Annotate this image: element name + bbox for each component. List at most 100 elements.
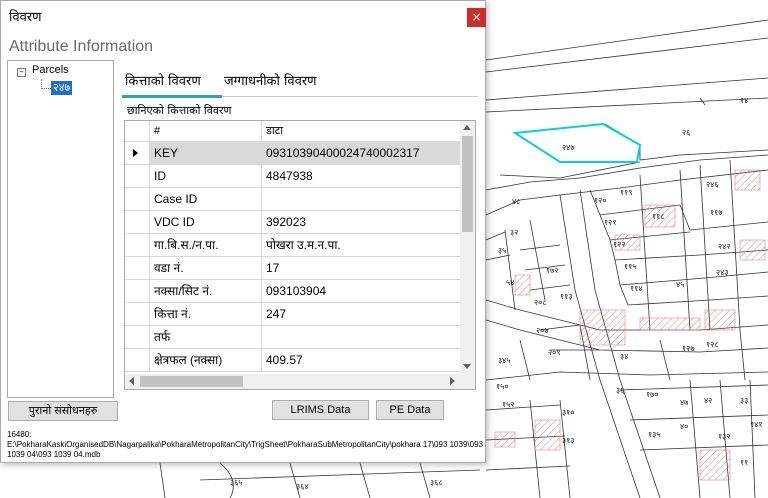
- field-name-cell[interactable]: KEY: [150, 142, 262, 164]
- table-row[interactable]: गा.बि.स./न.पा. पोखरा उ.म.न.पा.: [125, 234, 460, 257]
- map-label: ३६४: [296, 482, 309, 491]
- field-name-cell[interactable]: Case ID: [150, 188, 262, 210]
- map-label: १७०: [646, 390, 659, 399]
- table-row[interactable]: ID 4847938: [125, 165, 460, 188]
- map-label: ३६: [616, 386, 625, 395]
- field-name-cell[interactable]: नक्सा/सिट नं.: [150, 280, 262, 302]
- map-label: १३५: [648, 430, 661, 439]
- map-label: ११: [740, 458, 749, 467]
- map-label: २०८: [534, 298, 547, 307]
- row-header-cell[interactable]: [125, 211, 150, 233]
- table-row[interactable]: कित्ता नं. 247: [125, 303, 460, 326]
- scroll-down-icon[interactable]: [463, 364, 471, 369]
- tab-parcel-details[interactable]: कित्ताको विवरण: [125, 71, 201, 89]
- field-value-cell[interactable]: 392023: [262, 211, 460, 233]
- tab-divider: [222, 96, 478, 97]
- map-label: ४७: [680, 398, 689, 407]
- parcel-tree: – Parcels २४७: [7, 60, 114, 398]
- map-label: ११४: [630, 284, 643, 293]
- map-label: २४२: [718, 242, 731, 251]
- map-label: १४: [740, 96, 749, 105]
- map-label: ३४: [620, 352, 629, 361]
- map-label: ३६८: [430, 478, 443, 487]
- row-header-cell[interactable]: [125, 142, 150, 164]
- map-label: ३१०: [562, 408, 575, 417]
- table-row[interactable]: नक्सा/सिट नं. 093103904: [125, 280, 460, 303]
- map-label: १५०: [496, 382, 509, 391]
- map-label: १२०: [594, 196, 607, 205]
- map-label: ११५: [624, 262, 637, 271]
- row-header-cell[interactable]: [125, 280, 150, 302]
- table-row[interactable]: वडा नं. 17: [125, 257, 460, 280]
- field-value-cell[interactable]: [262, 188, 460, 210]
- tree-connector: [41, 88, 51, 89]
- field-name-cell[interactable]: क्षेत्रफल (नक्सा): [150, 349, 262, 371]
- tree-collapse-icon[interactable]: –: [17, 68, 26, 77]
- row-header-cell[interactable]: [125, 303, 150, 325]
- vertical-scrollbar[interactable]: [460, 121, 475, 374]
- vertical-scroll-thumb[interactable]: [462, 136, 473, 232]
- map-label: ४२: [704, 396, 713, 405]
- map-label: १७२: [546, 266, 559, 275]
- field-value-cell[interactable]: पोखरा उ.म.न.पा.: [262, 234, 460, 256]
- title-bar[interactable]: विवरण ×: [1, 1, 486, 33]
- map-label: ३४५: [498, 356, 511, 365]
- field-name-cell[interactable]: गा.बि.स./न.पा.: [150, 234, 262, 256]
- map-label: १३२: [718, 432, 731, 441]
- attribute-grid[interactable]: # डाटा KEY 09310390400024740002317 ID 48…: [124, 120, 476, 390]
- row-header-cell[interactable]: [125, 165, 150, 187]
- field-name-cell[interactable]: ID: [150, 165, 262, 187]
- map-label: ११९: [620, 188, 633, 197]
- column-header-data[interactable]: डाटा: [262, 121, 460, 141]
- field-value-cell[interactable]: 247: [262, 303, 460, 325]
- tree-node-parcel-247[interactable]: २४७: [51, 81, 73, 95]
- tree-node-parcels[interactable]: Parcels: [32, 64, 69, 76]
- field-value-cell[interactable]: [262, 326, 460, 348]
- field-value-cell[interactable]: 17: [262, 257, 460, 279]
- table-row[interactable]: क्षेत्रफल (नक्सा) 409.57: [125, 349, 460, 372]
- map-label: ११८: [652, 212, 665, 221]
- table-row[interactable]: तर्फ: [125, 326, 460, 349]
- map-label: ३६५: [230, 478, 243, 487]
- map-label: २४६: [706, 180, 719, 189]
- map-label: ३१३: [562, 436, 575, 445]
- map-label: १४१: [750, 420, 763, 429]
- scroll-up-icon[interactable]: [463, 125, 471, 130]
- old-revisions-button[interactable]: पुरानो संसोधनहरु: [8, 401, 118, 421]
- row-header-cell[interactable]: [125, 188, 150, 210]
- field-name-cell[interactable]: तर्फ: [150, 326, 262, 348]
- database-path: 16480: E:\PokharaKaskiOrganisedDB\Nagarp…: [7, 430, 483, 459]
- field-value-cell[interactable]: 09310390400024740002317: [262, 142, 460, 164]
- row-header-cell[interactable]: [125, 257, 150, 279]
- scroll-left-icon[interactable]: [129, 377, 134, 385]
- map-label: ११७: [710, 208, 723, 217]
- lrims-data-button[interactable]: LRIMS Data: [272, 400, 369, 420]
- column-header-field[interactable]: #: [150, 121, 262, 141]
- row-header-cell[interactable]: [125, 234, 150, 256]
- grid-header-row: # डाटा: [125, 121, 460, 142]
- tab-owner-details[interactable]: जग्गाधनीको विवरण: [224, 71, 317, 89]
- field-name-cell[interactable]: कित्ता नं.: [150, 303, 262, 325]
- section-label: छानिएको कित्ताको विवरण: [127, 104, 232, 117]
- active-tab-indicator: [122, 95, 222, 98]
- map-label: ४८: [512, 197, 521, 206]
- map-label: १२७: [682, 344, 695, 353]
- field-value-cell[interactable]: 409.57: [262, 349, 460, 371]
- close-button[interactable]: ×: [467, 8, 486, 27]
- field-name-cell[interactable]: वडा नं.: [150, 257, 262, 279]
- row-header-cell[interactable]: [125, 349, 150, 371]
- scroll-right-icon[interactable]: [450, 377, 455, 385]
- field-value-cell[interactable]: 4847938: [262, 165, 460, 187]
- map-label: ३२: [510, 228, 519, 237]
- current-row-icon: [133, 149, 138, 157]
- field-name-cell[interactable]: VDC ID: [150, 211, 262, 233]
- table-row[interactable]: Case ID: [125, 188, 460, 211]
- row-header-cell[interactable]: [125, 326, 150, 348]
- pe-data-button[interactable]: PE Data: [376, 400, 444, 420]
- horizontal-scroll-thumb[interactable]: [140, 376, 243, 387]
- field-value-cell[interactable]: 093103904: [262, 280, 460, 302]
- table-row[interactable]: VDC ID 392023: [125, 211, 460, 234]
- map-label: १२२: [613, 240, 626, 249]
- horizontal-scrollbar[interactable]: [125, 374, 460, 389]
- table-row[interactable]: KEY 09310390400024740002317: [125, 142, 460, 165]
